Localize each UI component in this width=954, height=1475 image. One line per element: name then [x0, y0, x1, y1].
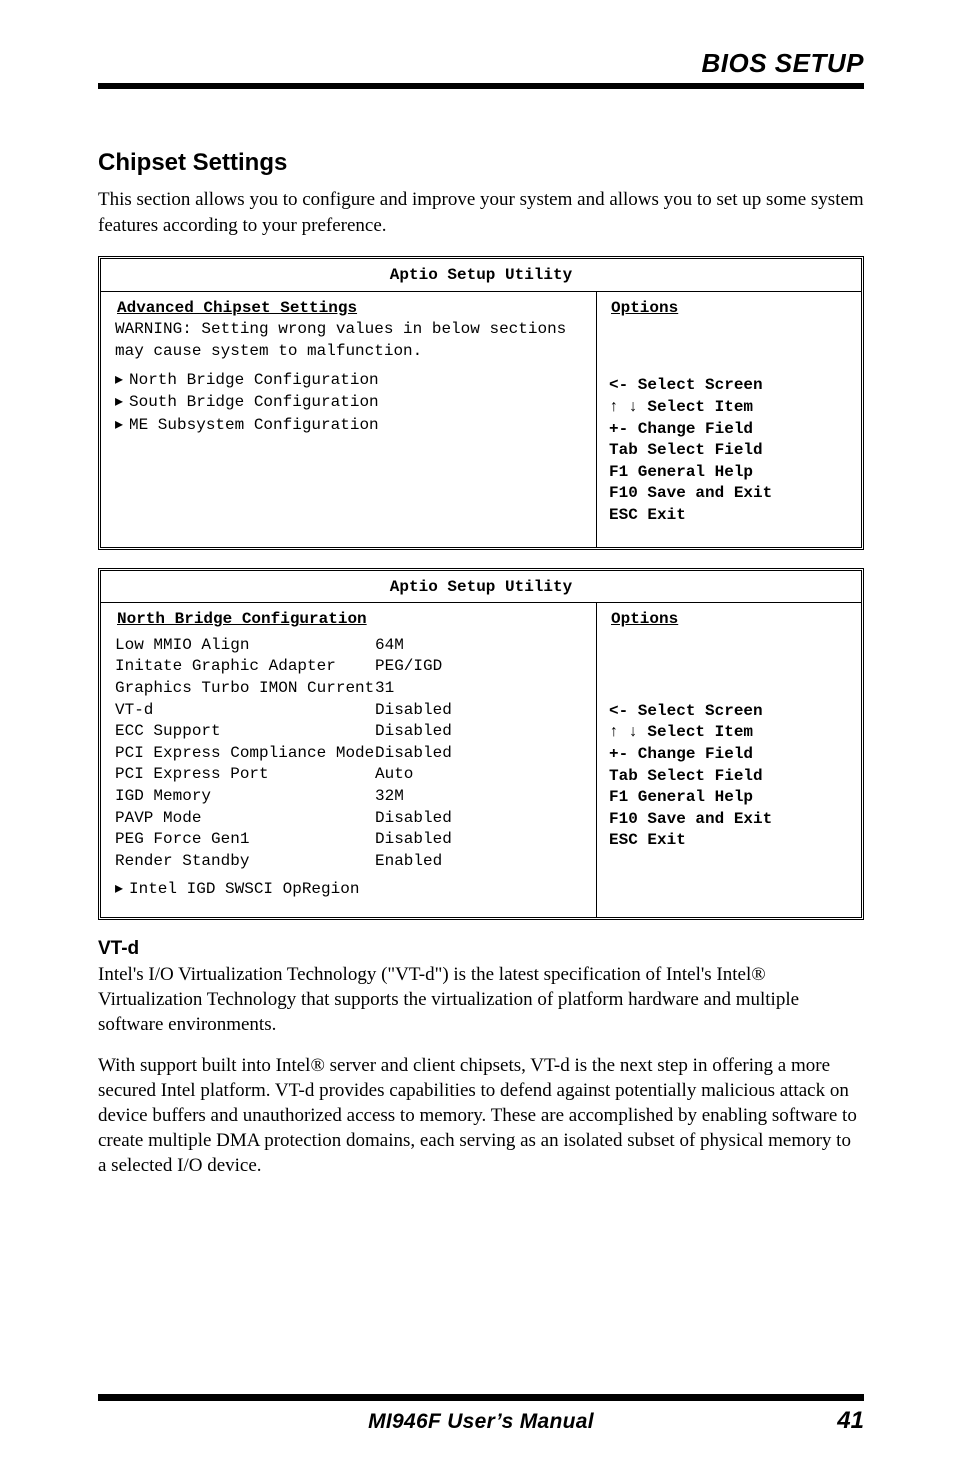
setting-value: Disabled: [375, 829, 586, 851]
setting-value: Disabled: [375, 808, 586, 830]
setting-key: Low MMIO Align: [115, 635, 375, 657]
bios-right-pane: Options <- Select Screen ↑ ↓ Select Item…: [597, 292, 861, 547]
help-line: ESC Exit: [609, 830, 851, 852]
help-line: F10 Save and Exit: [609, 483, 851, 505]
help-line: Tab Select Field: [609, 440, 851, 462]
notes-paragraph: With support built into Intel® server an…: [98, 1053, 864, 1178]
submenu-item[interactable]: ▸ME Subsystem Configuration: [115, 414, 586, 437]
bios-box-chipset: Aptio Setup Utility Advanced Chipset Set…: [98, 256, 864, 549]
setting-key: PEG Force Gen1: [115, 829, 375, 851]
setting-key: PAVP Mode: [115, 808, 375, 830]
page-header: BIOS SETUP: [98, 48, 864, 89]
section-heading: Chipset Settings: [98, 149, 864, 177]
setting-value: PEG/IGD: [375, 656, 586, 678]
setting-key: Render Standby: [115, 851, 375, 873]
setting-row[interactable]: PEG Force Gen1Disabled: [115, 829, 586, 851]
bios-warning-line2: may cause system to malfunction.: [115, 341, 586, 363]
submenu-item[interactable]: ▸South Bridge Configuration: [115, 391, 586, 414]
notes-heading: VT-d: [98, 938, 864, 960]
bios-left-pane: Advanced Chipset Settings WARNING: Setti…: [101, 292, 597, 547]
setting-key: ECC Support: [115, 721, 375, 743]
section-description: This section allows you to configure and…: [98, 187, 864, 238]
footer-title: MI946F User’s Manual: [158, 1410, 804, 1434]
header-rule: [98, 83, 864, 89]
left-pane-title: Advanced Chipset Settings: [115, 298, 586, 320]
setting-value: Enabled: [375, 851, 586, 873]
submenu-label: ME Subsystem Configuration: [129, 416, 379, 434]
bios-left-pane: North Bridge Configuration Low MMIO Alig…: [101, 603, 597, 917]
header-title: BIOS SETUP: [702, 48, 864, 79]
help-line: ↑ ↓ Select Item: [609, 397, 851, 419]
help-line: ↑ ↓ Select Item: [609, 722, 851, 744]
right-pane-title: Options: [609, 298, 851, 320]
setting-key: IGD Memory: [115, 786, 375, 808]
setting-key: PCI Express Port: [115, 764, 375, 786]
setting-value: Disabled: [375, 743, 586, 765]
submenu-label: Intel IGD SWSCI OpRegion: [129, 880, 359, 898]
bios-warning-line1: WARNING: Setting wrong values in below s…: [115, 319, 586, 341]
setting-row[interactable]: IGD Memory32M: [115, 786, 586, 808]
submenu-label: North Bridge Configuration: [129, 371, 379, 389]
submenu-item[interactable]: ▸North Bridge Configuration: [115, 369, 586, 392]
setting-value: Disabled: [375, 721, 586, 743]
help-line: <- Select Screen: [609, 375, 851, 397]
setting-row[interactable]: ECC SupportDisabled: [115, 721, 586, 743]
setting-row[interactable]: Render StandbyEnabled: [115, 851, 586, 873]
setting-value: Auto: [375, 764, 586, 786]
footer-rule: [98, 1394, 864, 1401]
bios-right-pane: Options <- Select Screen ↑ ↓ Select Item…: [597, 603, 861, 917]
setting-row[interactable]: Graphics Turbo IMON Current31: [115, 678, 586, 700]
page-footer: MI946F User’s Manual 41: [98, 1394, 864, 1435]
setting-value: 64M: [375, 635, 586, 657]
help-line: +- Change Field: [609, 419, 851, 441]
setting-row[interactable]: Low MMIO Align64M: [115, 635, 586, 657]
right-pane-title: Options: [609, 609, 851, 631]
left-pane-title: North Bridge Configuration: [115, 609, 586, 631]
bios-box-northbridge: Aptio Setup Utility North Bridge Configu…: [98, 568, 864, 920]
help-line: F1 General Help: [609, 787, 851, 809]
help-line: Tab Select Field: [609, 766, 851, 788]
setting-row[interactable]: PAVP ModeDisabled: [115, 808, 586, 830]
setting-row[interactable]: PCI Express PortAuto: [115, 764, 586, 786]
setting-value: 32M: [375, 786, 586, 808]
setting-key: VT-d: [115, 700, 375, 722]
footer-page-number: 41: [804, 1407, 864, 1435]
submenu-item[interactable]: ▸Intel IGD SWSCI OpRegion: [115, 878, 586, 901]
help-line: F10 Save and Exit: [609, 809, 851, 831]
setting-key: Graphics Turbo IMON Current: [115, 678, 375, 700]
setting-row[interactable]: PCI Express Compliance ModeDisabled: [115, 743, 586, 765]
bios-title: Aptio Setup Utility: [101, 571, 861, 604]
triangle-right-icon: ▸: [115, 369, 129, 391]
setting-key: Initate Graphic Adapter: [115, 656, 375, 678]
setting-row[interactable]: VT-dDisabled: [115, 700, 586, 722]
help-line: F1 General Help: [609, 462, 851, 484]
triangle-right-icon: ▸: [115, 391, 129, 413]
setting-row[interactable]: Initate Graphic AdapterPEG/IGD: [115, 656, 586, 678]
submenu-label: South Bridge Configuration: [129, 393, 379, 411]
bios-title: Aptio Setup Utility: [101, 259, 861, 292]
setting-value: 31: [375, 678, 586, 700]
notes-paragraph: Intel's I/O Virtualization Technology ("…: [98, 962, 864, 1037]
help-line: ESC Exit: [609, 505, 851, 527]
help-line: +- Change Field: [609, 744, 851, 766]
help-line: <- Select Screen: [609, 701, 851, 723]
setting-value: Disabled: [375, 700, 586, 722]
triangle-right-icon: ▸: [115, 414, 129, 436]
triangle-right-icon: ▸: [115, 878, 129, 900]
setting-key: PCI Express Compliance Mode: [115, 743, 375, 765]
